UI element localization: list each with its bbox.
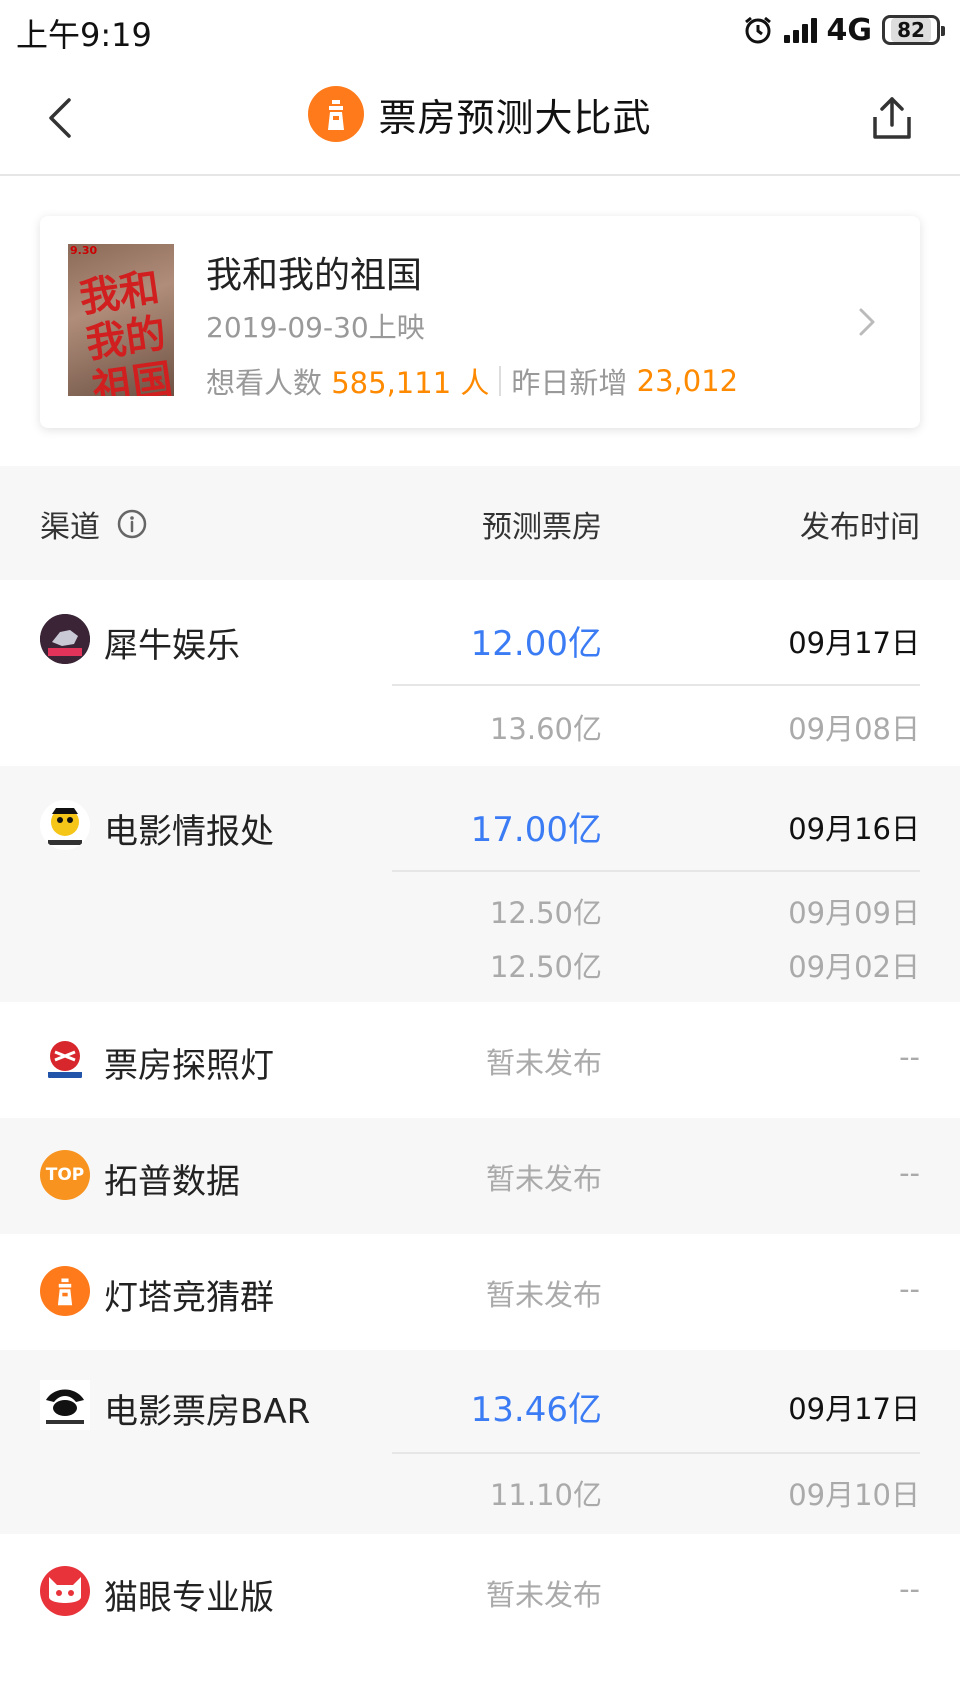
- forecast-status: 暂未发布: [485, 1578, 602, 1612]
- battery-level: 82: [891, 18, 931, 42]
- lighthouse-logo-icon: [308, 86, 365, 142]
- top-logo-text: TOP: [45, 1165, 85, 1185]
- status-bar: 上午9:19 4G 82: [0, 0, 960, 62]
- publish-date: --: [899, 1156, 920, 1190]
- want-label: 想看人数: [206, 366, 323, 400]
- history-date: 09月08日: [788, 712, 920, 746]
- table-row[interactable]: 犀牛娱乐 12.00亿 09月17日 13.60亿 09月08日: [0, 580, 960, 766]
- poster-title: 我和我的祖国: [76, 265, 174, 396]
- want-value: 585,111 人: [331, 366, 490, 400]
- table-row[interactable]: 电影情报处 17.00亿 09月16日 12.50亿 09月09日 12.50亿…: [0, 766, 960, 1002]
- table-row[interactable]: 猫眼专业版 暂未发布 --: [0, 1534, 960, 1654]
- table-row[interactable]: TOP 拓普数据 暂未发布 --: [0, 1118, 960, 1234]
- info-icon[interactable]: [116, 508, 148, 540]
- table-row[interactable]: 票房探照灯 暂未发布 --: [0, 1002, 960, 1118]
- publish-date: --: [899, 1040, 920, 1074]
- nav-title-group: 票房预测大比武: [0, 86, 960, 142]
- table-header: 渠道 预测票房 发布时间: [0, 466, 960, 580]
- row-divider: [392, 870, 920, 872]
- chevron-right-icon: [859, 308, 875, 336]
- channel-name: 电影票房BAR: [104, 1392, 311, 1432]
- channel-name: 电影情报处: [104, 812, 274, 852]
- history-value: 11.10亿: [489, 1478, 602, 1512]
- piaofang-tanzhaodeng-logo-icon: [40, 1034, 90, 1084]
- history-value: 12.50亿: [489, 950, 602, 984]
- poster-date: 9.30: [70, 244, 98, 257]
- history-date: 09月10日: [788, 1478, 920, 1512]
- forecast-status: 暂未发布: [485, 1278, 602, 1312]
- network-label: 4G: [826, 12, 873, 48]
- battery-icon: 82: [882, 15, 945, 45]
- forecast-value: 17.00亿: [470, 810, 602, 850]
- share-button[interactable]: [862, 88, 922, 148]
- movie-stats: 想看人数 585,111 人 昨日新增 23,012: [206, 360, 738, 402]
- history-value: 13.60亿: [489, 712, 602, 746]
- signal-icon: [783, 17, 817, 43]
- lighthouse-logo-icon: [40, 1266, 90, 1316]
- history-date: 09月02日: [788, 950, 920, 984]
- new-label: 昨日新增: [511, 366, 628, 400]
- channel-name: 灯塔竞猜群: [104, 1278, 274, 1318]
- publish-date: 09月16日: [788, 812, 920, 846]
- column-date: 发布时间: [800, 510, 920, 545]
- forecast-value: 13.46亿: [470, 1390, 602, 1430]
- publish-date: --: [899, 1572, 920, 1606]
- channel-name: 猫眼专业版: [104, 1578, 274, 1618]
- movie-card[interactable]: 9.30 我和我的祖国 我和我的祖国 2019-09-30上映 想看人数 585…: [40, 216, 920, 428]
- forecast-status: 暂未发布: [485, 1162, 602, 1196]
- table-row[interactable]: 电影票房BAR 13.46亿 09月17日 11.10亿 09月10日: [0, 1350, 960, 1534]
- row-divider: [392, 684, 920, 686]
- movie-release-date: 2019-09-30上映: [206, 311, 425, 344]
- maoyan-logo-icon: [40, 1566, 90, 1616]
- row-divider: [392, 1452, 920, 1454]
- movie-poster: 9.30 我和我的祖国: [68, 244, 174, 396]
- forecast-status: 暂未发布: [485, 1046, 602, 1080]
- column-channel-label: 渠道: [40, 510, 100, 545]
- column-forecast: 预测票房: [482, 510, 602, 545]
- column-channel: 渠道: [40, 502, 148, 546]
- status-time: 上午9:19: [16, 16, 152, 54]
- history-date: 09月09日: [788, 896, 920, 930]
- stat-divider: [499, 366, 502, 396]
- top-data-logo-icon: TOP: [40, 1150, 90, 1200]
- new-value: 23,012: [636, 364, 739, 398]
- channel-name: 犀牛娱乐: [104, 626, 240, 666]
- share-icon: [873, 97, 911, 139]
- history-value: 12.50亿: [489, 896, 602, 930]
- piaofang-bar-logo-icon: [40, 1380, 90, 1430]
- channel-name: 拓普数据: [104, 1162, 240, 1202]
- publish-date: 09月17日: [788, 626, 920, 660]
- alarm-icon: [744, 16, 771, 44]
- nav-bar: 票房预测大比武: [0, 62, 960, 176]
- page-title: 票房预测大比武: [378, 95, 652, 140]
- movie-title: 我和我的祖国: [206, 255, 423, 296]
- publish-date: --: [899, 1272, 920, 1306]
- dianying-qingbaochu-logo-icon: [40, 800, 90, 850]
- table-row[interactable]: 灯塔竞猜群 暂未发布 --: [0, 1234, 960, 1350]
- channel-name: 票房探照灯: [104, 1046, 274, 1086]
- forecast-value: 12.00亿: [470, 624, 602, 664]
- xiniu-logo-icon: [40, 614, 90, 664]
- status-icons: 4G 82: [742, 12, 945, 48]
- publish-date: 09月17日: [788, 1392, 920, 1426]
